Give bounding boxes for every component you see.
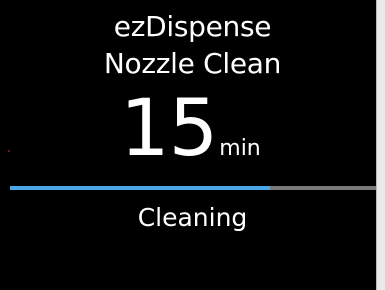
progress-bar: [10, 186, 376, 190]
timer-unit: min: [219, 136, 261, 161]
device-frame-edge: [376, 0, 385, 290]
procedure-title: Nozzle Clean: [103, 47, 282, 80]
progress-fill: [10, 186, 270, 190]
nozzle-clean-screen: ezDispense Nozzle Clean 15min Cleaning: [0, 0, 385, 290]
app-title: ezDispense: [113, 10, 272, 43]
edge-marker: [8, 150, 10, 152]
timer-readout: 15min: [120, 84, 261, 174]
status-label: Cleaning: [137, 203, 248, 232]
timer-value: 15: [120, 84, 218, 174]
frame-edge-line: [376, 0, 377, 290]
